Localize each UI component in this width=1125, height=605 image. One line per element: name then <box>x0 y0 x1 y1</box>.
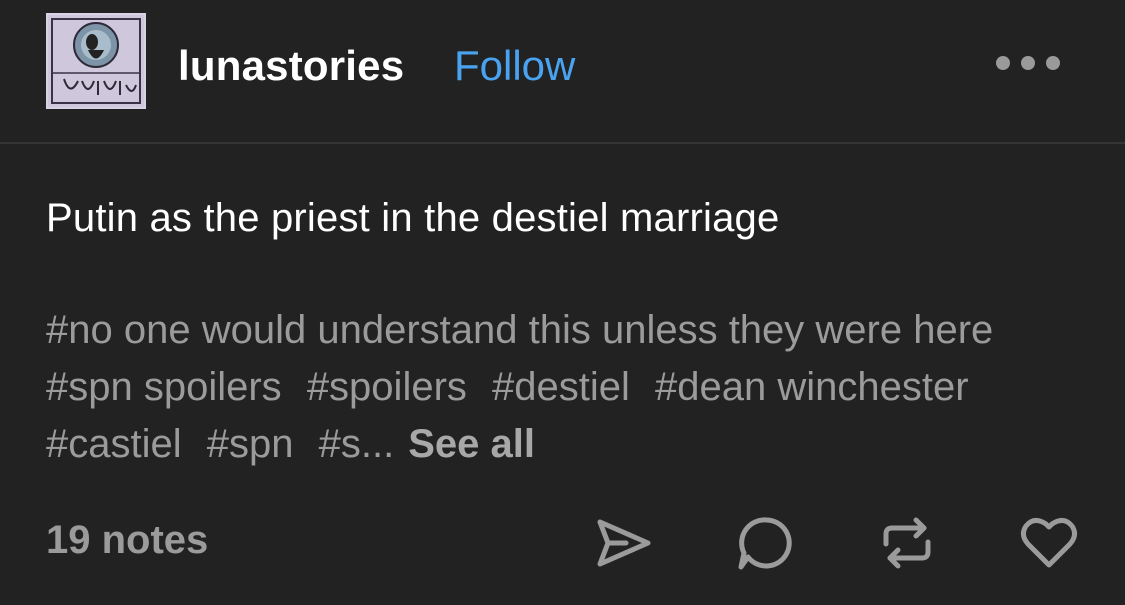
tumblr-post: lunastories Follow Putin as the priest i… <box>0 0 1125 605</box>
post-header: lunastories Follow <box>0 0 1125 142</box>
tag-link[interactable]: #spn spoilers <box>46 365 282 409</box>
avatar[interactable] <box>46 13 146 109</box>
more-horizontal-icon[interactable] <box>996 50 1060 76</box>
tag-list: #no one would understand this unless the… <box>46 302 1086 473</box>
notes-count[interactable]: 19 notes <box>46 518 208 563</box>
tag-link[interactable]: #dean winchester <box>655 365 969 409</box>
follow-button[interactable]: Follow <box>454 42 575 90</box>
see-all-tags-button[interactable]: See all <box>408 422 535 466</box>
reblog-icon[interactable] <box>876 512 938 574</box>
tag-link[interactable]: #spoilers <box>307 365 467 409</box>
tag-link[interactable]: #no one would understand this unless the… <box>46 308 993 352</box>
post-body-text: Putin as the priest in the destiel marri… <box>46 196 780 240</box>
tag-link[interactable]: #spn <box>207 422 294 466</box>
tag-link[interactable]: #castiel <box>46 422 182 466</box>
avatar-image <box>48 15 144 107</box>
share-icon[interactable] <box>592 512 654 574</box>
header-divider <box>0 142 1125 144</box>
like-icon[interactable] <box>1018 512 1080 574</box>
more-dot <box>996 56 1010 70</box>
username-link[interactable]: lunastories <box>178 42 404 90</box>
reply-icon[interactable] <box>734 512 796 574</box>
more-dot <box>1046 56 1060 70</box>
tag-link-truncated[interactable]: #s... <box>319 422 395 466</box>
tag-link[interactable]: #destiel <box>492 365 630 409</box>
more-dot <box>1021 56 1035 70</box>
